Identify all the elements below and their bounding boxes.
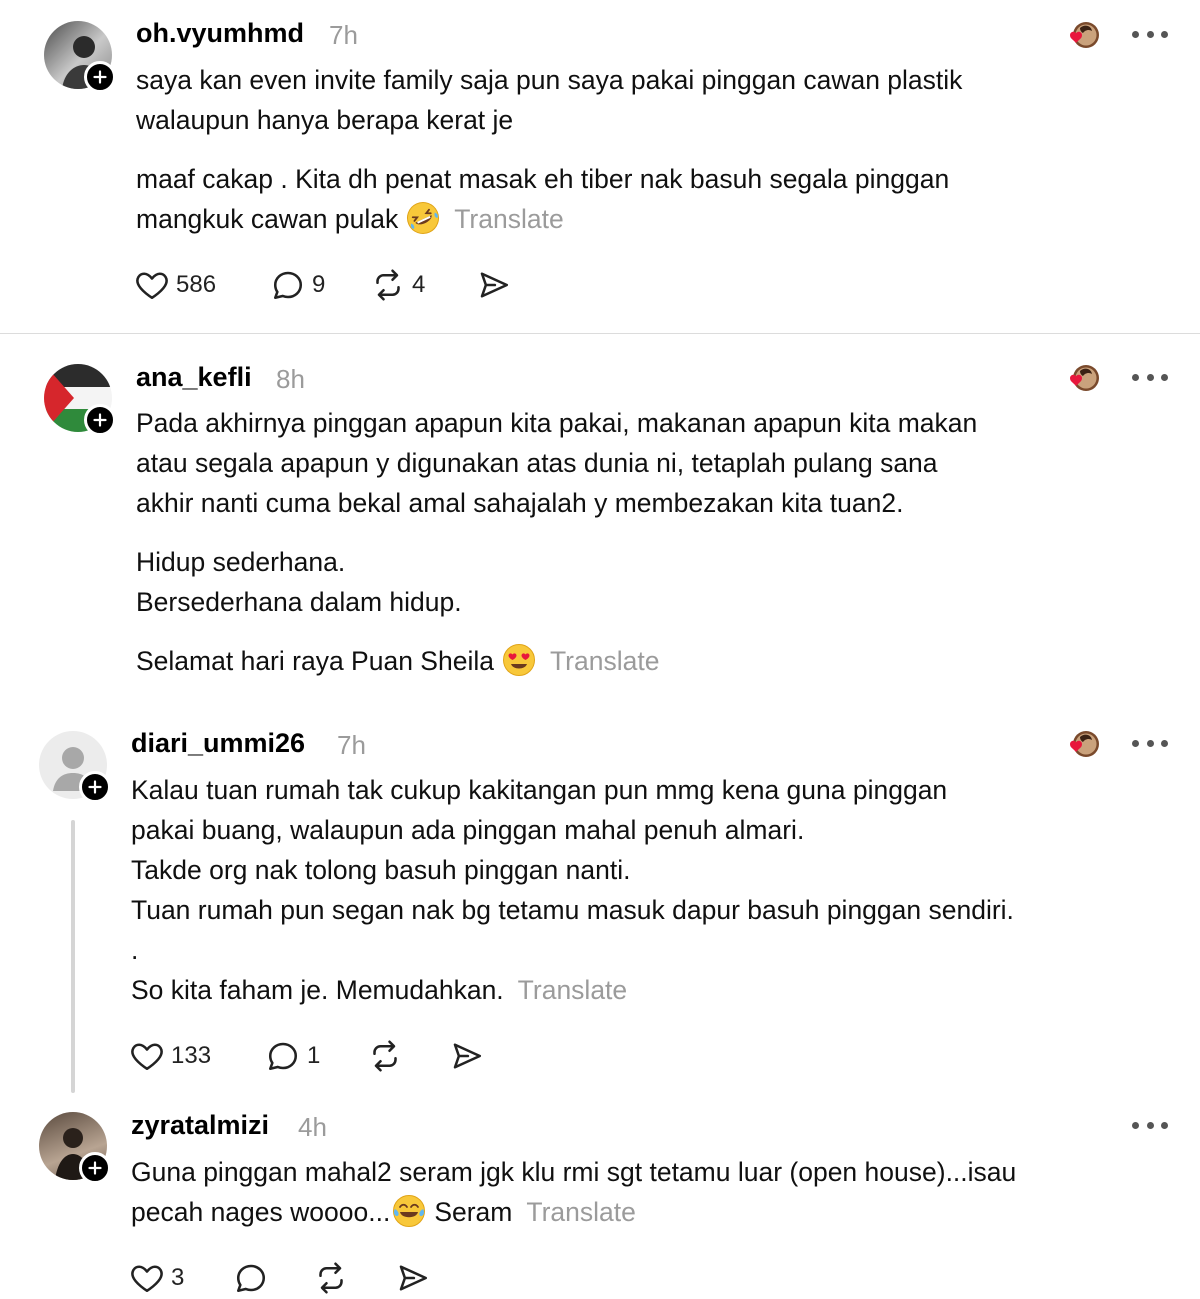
comment-text: maaf cakap . Kita dh penat masak eh tibe…: [136, 159, 949, 239]
share-button[interactable]: [449, 1036, 485, 1076]
reply-count: 1: [307, 1042, 321, 1069]
laughing-tears-emoji-icon: [392, 1194, 426, 1228]
more-options-icon[interactable]: [1132, 31, 1168, 41]
username[interactable]: oh.vyumhmd: [136, 18, 304, 49]
repost-button[interactable]: [367, 1036, 403, 1076]
more-options-icon[interactable]: [1132, 1122, 1168, 1132]
author-liked-heart-icon: [1058, 19, 1102, 51]
share-button[interactable]: [476, 265, 512, 305]
comment-2: ana_kefli 8h Pada akhirnya pinggan apapu…: [0, 334, 1200, 700]
repost-count: 4: [412, 271, 426, 298]
username[interactable]: zyratalmizi: [131, 1110, 269, 1141]
action-bar: 3: [129, 1258, 449, 1298]
timestamp: 7h: [337, 730, 366, 760]
username[interactable]: diari_ummi26: [131, 728, 305, 759]
thread-line: [71, 820, 75, 1093]
repost-button[interactable]: [313, 1258, 349, 1298]
comment-text: Selamat hari raya Puan Sheila Translate: [136, 641, 659, 681]
reply-button[interactable]: [233, 1258, 269, 1298]
timestamp: 7h: [329, 20, 358, 50]
share-icon: [449, 1038, 485, 1074]
reply-button[interactable]: 9: [270, 265, 325, 305]
like-button[interactable]: 3: [129, 1258, 184, 1298]
share-button[interactable]: [395, 1258, 431, 1298]
action-bar: 586 9 4: [134, 265, 534, 305]
comment-text: Hidup sederhana. Bersederhana dalam hidu…: [136, 547, 462, 617]
comment-3: diari_ummi26 7h Kalau tuan rumah tak cuk…: [0, 700, 1200, 1100]
action-bar: 133 1: [129, 1036, 509, 1076]
reply-button[interactable]: 1: [265, 1036, 320, 1076]
like-button[interactable]: 586: [134, 265, 216, 305]
comment-4: zyratalmizi 4h Guna pinggan mahal2 seram…: [0, 1100, 1200, 1299]
repost-icon: [313, 1260, 349, 1296]
reply-icon: [270, 267, 306, 303]
more-options-icon[interactable]: [1132, 374, 1168, 384]
comment-text: Kalau tuan rumah tak cukup kakitangan pu…: [131, 775, 1014, 1005]
username[interactable]: ana_kefli: [136, 362, 252, 393]
comment-text: Pada akhirnya pinggan apapun kita pakai,…: [136, 408, 978, 518]
author-liked-heart-icon: [1058, 728, 1102, 760]
like-count: 133: [171, 1042, 212, 1069]
repost-icon: [370, 267, 406, 303]
translate-link[interactable]: Translate: [526, 1197, 635, 1227]
reply-count: 9: [312, 271, 326, 298]
like-count: 586: [176, 271, 217, 298]
heart-icon: [134, 267, 170, 303]
share-icon: [395, 1260, 431, 1296]
heart-eyes-emoji-icon: [502, 643, 536, 677]
comment-text: saya kan even invite family saja pun say…: [136, 65, 963, 135]
follow-plus-icon[interactable]: [79, 1152, 111, 1184]
more-options-icon[interactable]: [1132, 740, 1168, 750]
timestamp: 8h: [276, 364, 305, 394]
heart-icon: [129, 1260, 165, 1296]
translate-link[interactable]: Translate: [518, 975, 627, 1005]
rofl-emoji-icon: [406, 201, 440, 235]
like-button[interactable]: 133: [129, 1036, 211, 1076]
author-liked-heart-icon: [1058, 362, 1102, 394]
heart-icon: [129, 1038, 165, 1074]
reply-icon: [265, 1038, 301, 1074]
repost-button[interactable]: 4: [370, 265, 425, 305]
follow-plus-icon[interactable]: [84, 404, 116, 436]
comment-1: oh.vyumhmd 7h saya kan even invite famil…: [0, 0, 1200, 333]
share-icon: [476, 267, 512, 303]
follow-plus-icon[interactable]: [84, 61, 116, 93]
like-count: 3: [171, 1264, 185, 1291]
comment-text: Guna pinggan mahal2 seram jgk klu rmi sg…: [131, 1157, 1017, 1228]
repost-icon: [367, 1038, 403, 1074]
reply-icon: [233, 1260, 269, 1296]
translate-link[interactable]: Translate: [454, 204, 563, 234]
translate-link[interactable]: Translate: [550, 646, 659, 676]
follow-plus-icon[interactable]: [79, 771, 111, 803]
timestamp: 4h: [298, 1112, 327, 1142]
